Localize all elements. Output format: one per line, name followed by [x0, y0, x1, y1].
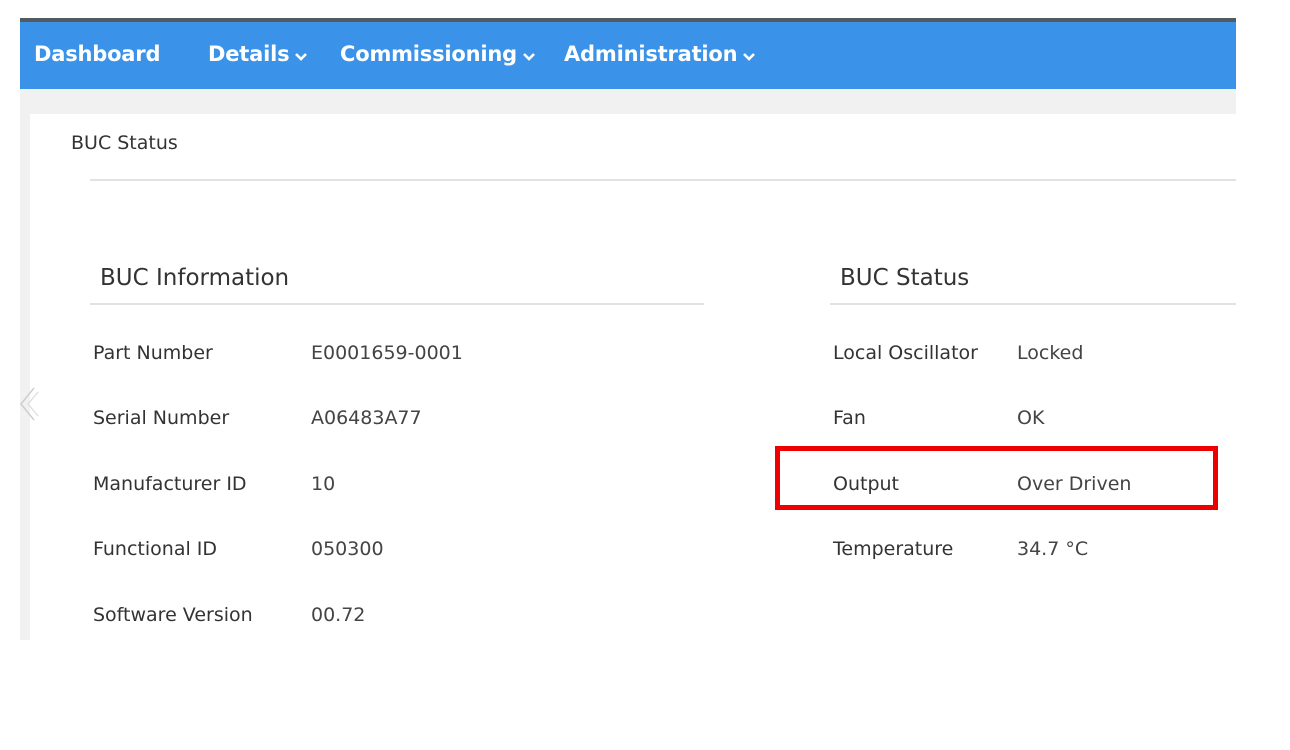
chevron-down-icon	[294, 43, 308, 67]
temperature-value: 34.7 °C	[1017, 538, 1089, 560]
nav-commissioning-label: Commissioning	[340, 42, 517, 66]
temperature-label: Temperature	[833, 538, 954, 560]
nav-details-menu[interactable]: Details	[208, 42, 308, 67]
chevron-down-icon	[522, 43, 536, 67]
serial-number-label: Serial Number	[93, 407, 230, 429]
top-navbar: Dashboard Details Commissioning Administ…	[20, 22, 1236, 89]
manufacturer-id-value: 10	[311, 473, 336, 495]
fan-label: Fan	[833, 407, 866, 429]
nav-administration-label: Administration	[564, 42, 738, 66]
local-oscillator-label: Local Oscillator	[833, 342, 978, 364]
local-oscillator-value: Locked	[1017, 342, 1084, 364]
buc-status-divider	[830, 303, 1236, 305]
nav-dashboard-label: Dashboard	[34, 42, 161, 66]
nav-commissioning-menu[interactable]: Commissioning	[340, 42, 536, 67]
software-version-label: Software Version	[93, 604, 253, 626]
content-panel	[30, 114, 1236, 640]
chevron-down-icon	[742, 43, 756, 67]
output-highlight-box	[775, 446, 1218, 510]
functional-id-label: Functional ID	[93, 538, 218, 560]
nav-dashboard[interactable]: Dashboard	[34, 42, 160, 66]
nav-administration-menu[interactable]: Administration	[564, 42, 756, 67]
buc-status-heading: BUC Status	[840, 265, 970, 291]
part-number-value: E0001659-0001	[311, 342, 463, 364]
part-number-label: Part Number	[93, 342, 213, 364]
manufacturer-id-label: Manufacturer ID	[93, 473, 247, 495]
software-version-value: 00.72	[311, 604, 366, 626]
breadcrumb-divider	[90, 179, 1236, 181]
serial-number-value: A06483A77	[311, 407, 422, 429]
buc-information-divider	[90, 303, 704, 305]
functional-id-value: 050300	[311, 538, 384, 560]
chevron-left-icon[interactable]	[20, 386, 40, 426]
buc-information-heading: BUC Information	[100, 265, 290, 291]
fan-value: OK	[1017, 407, 1045, 429]
breadcrumb: BUC Status	[71, 132, 178, 154]
nav-details-label: Details	[208, 42, 290, 66]
